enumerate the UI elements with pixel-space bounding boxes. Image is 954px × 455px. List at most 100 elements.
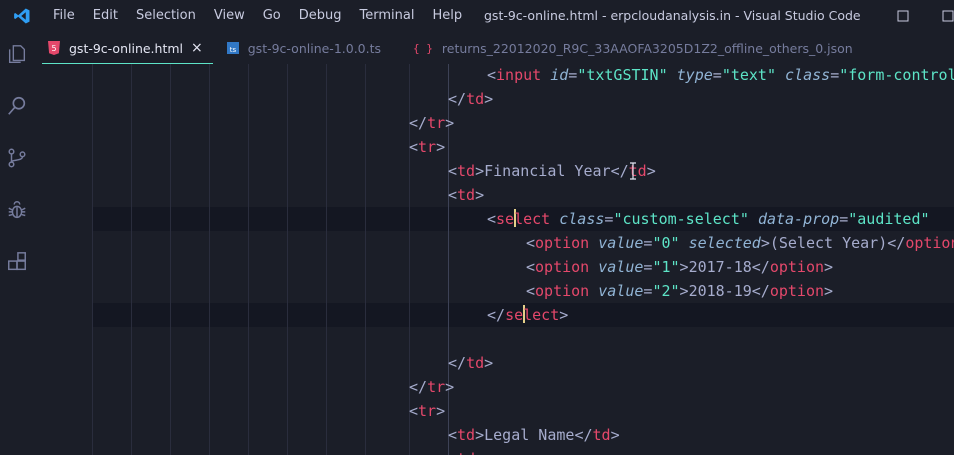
code-token: "2": [652, 282, 680, 300]
code-token: </: [610, 162, 629, 180]
code-token: selected: [688, 234, 761, 252]
debug-icon[interactable]: [5, 198, 29, 222]
code-token: td: [457, 162, 476, 180]
svg-text:ts: ts: [230, 46, 237, 54]
code-token: >: [475, 426, 485, 444]
code-token: >: [445, 114, 455, 132]
code-token: "custom-select": [613, 210, 749, 228]
code-token: "text": [721, 66, 776, 84]
code-line: </td>: [34, 87, 954, 111]
typescript-icon: ts: [226, 42, 239, 54]
menu-debug[interactable]: Debug: [290, 0, 351, 32]
tab-bar: 5 gst-9c-online.html × ts gst-9c-online-…: [34, 32, 954, 64]
code-token: td: [466, 90, 485, 108]
code-token: <: [448, 450, 457, 455]
code-token: option: [769, 282, 825, 300]
code-token: </: [409, 378, 428, 396]
json-braces-icon: { }: [413, 41, 433, 55]
code-token: >: [445, 378, 455, 396]
menu-edit[interactable]: Edit: [84, 0, 127, 32]
menu-go[interactable]: Go: [254, 0, 290, 32]
code-token: option: [535, 258, 590, 276]
code-token: >: [610, 426, 620, 444]
code-token: <: [526, 258, 536, 276]
code-line: </tr>: [34, 111, 954, 135]
code-token: td: [457, 450, 475, 455]
extensions-icon[interactable]: [5, 250, 29, 274]
code-token: >: [475, 162, 485, 180]
code-token: <: [448, 426, 458, 444]
menu-file[interactable]: File: [44, 0, 84, 32]
code-token: >: [679, 258, 689, 276]
menu-view[interactable]: View: [205, 0, 254, 32]
code-token: Legal Name: [484, 426, 575, 444]
code-token: 2018-19: [688, 282, 752, 300]
menu-help[interactable]: Help: [423, 0, 471, 32]
code-token: lect: [523, 306, 560, 324]
close-icon[interactable]: ×: [191, 40, 203, 56]
code-line: <td>Legal Name</td>: [34, 423, 954, 447]
code-token: <: [409, 138, 419, 156]
explorer-icon[interactable]: [5, 42, 29, 66]
code-token: </: [887, 234, 906, 252]
code-token: </: [409, 114, 428, 132]
code-token: td: [457, 426, 476, 444]
code-token: >: [436, 138, 446, 156]
code-token: >: [475, 186, 485, 204]
code-token: option: [535, 282, 590, 300]
code-token: td: [592, 426, 611, 444]
code-content: <input id="txtGSTIN" type="text" class="…: [34, 64, 954, 455]
code-token: tr: [418, 402, 437, 420]
menu-terminal[interactable]: Terminal: [351, 0, 424, 32]
svg-text:5: 5: [51, 44, 56, 53]
window-title: gst-9c-online.html - erpcloudanalysis.in…: [484, 8, 861, 23]
menu-bar: File Edit Selection View Go Debug Termin…: [44, 0, 471, 32]
source-control-icon[interactable]: [5, 146, 29, 170]
code-token: >: [484, 90, 494, 108]
code-line: <td>Financial Year</td>: [34, 159, 954, 183]
code-token: >: [679, 282, 689, 300]
code-token: >: [484, 354, 494, 372]
code-line: <td>: [34, 447, 954, 455]
code-line: </select>: [34, 303, 954, 327]
code-token: value: [598, 258, 644, 276]
code-token: <: [526, 282, 536, 300]
code-token: <: [526, 234, 536, 252]
search-icon[interactable]: [5, 94, 29, 118]
code-token: td: [466, 354, 485, 372]
code-line: <select class="custom-select" data-prop=…: [34, 207, 954, 231]
code-token: "0": [652, 234, 680, 252]
code-token: type: [676, 66, 713, 84]
tab-gst-9c-online-ts[interactable]: ts gst-9c-online-1.0.0.ts: [213, 32, 391, 64]
code-token: se: [505, 306, 524, 324]
code-editor[interactable]: <input id="txtGSTIN" type="text" class="…: [34, 64, 954, 455]
code-token: input: [496, 66, 542, 84]
code-token: value: [598, 234, 644, 252]
code-token: =: [712, 66, 722, 84]
code-token: </: [487, 306, 506, 324]
code-token: tr: [427, 378, 446, 396]
code-token: Financial Year: [484, 162, 611, 180]
code-token: 2017-18: [688, 258, 752, 276]
tab-gst-9c-online-html[interactable]: 5 gst-9c-online.html ×: [34, 32, 213, 64]
html5-icon: 5: [48, 41, 60, 55]
code-token: tr: [418, 138, 437, 156]
maximize-icon[interactable]: [938, 0, 954, 32]
code-line: <option value="2">2018-19</option>: [34, 279, 954, 303]
menu-selection[interactable]: Selection: [127, 0, 205, 32]
code-token: <: [448, 162, 458, 180]
code-token: </: [448, 90, 467, 108]
minimize-icon[interactable]: [893, 0, 913, 32]
code-line: <input id="txtGSTIN" type="text" class="…: [34, 64, 954, 87]
code-token: class: [785, 66, 831, 84]
tab-returns-json[interactable]: { } returns_22012020_R9C_33AAOFA3205D1Z2…: [391, 32, 863, 64]
code-token: option: [769, 258, 825, 276]
code-token: data-prop: [757, 210, 840, 228]
